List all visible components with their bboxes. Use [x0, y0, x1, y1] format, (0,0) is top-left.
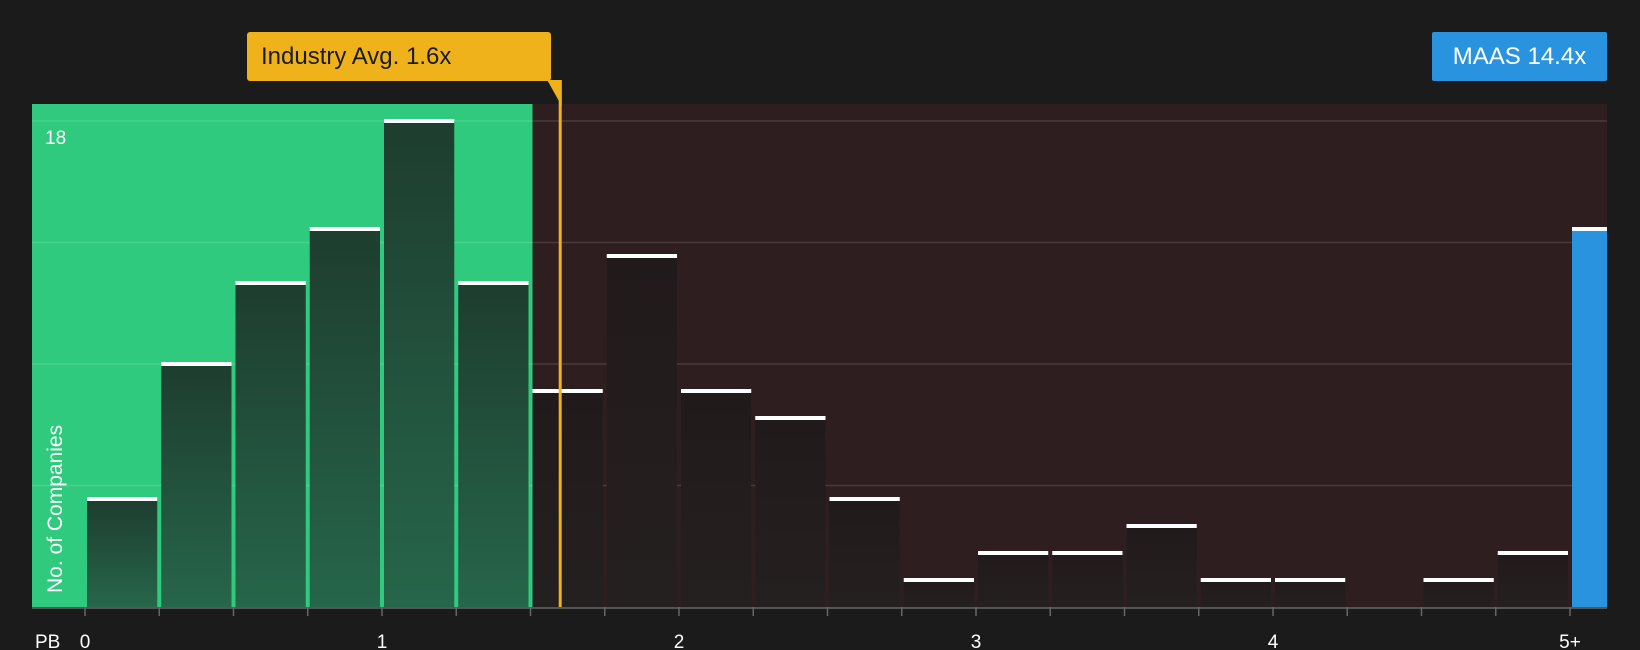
x-tick-label: 3: [971, 632, 982, 650]
histogram-bar: [978, 553, 1049, 607]
histogram-bar-top: [161, 362, 232, 366]
histogram-bar-top: [1275, 578, 1346, 582]
histogram-bar: [235, 283, 306, 607]
histogram-bar-top: [1052, 551, 1123, 555]
histogram-bar: [532, 391, 603, 607]
histogram-bar: [903, 580, 974, 607]
histogram-bar-top: [235, 281, 306, 285]
histogram-bar-top: [606, 254, 677, 258]
histogram-bar: [1200, 580, 1271, 607]
x-tick-label: 5+: [1559, 632, 1581, 650]
x-tick-label: 4: [1268, 632, 1279, 650]
histogram-bar-top: [384, 119, 455, 123]
histogram-bar: [1052, 553, 1123, 607]
x-axis-label: PB: [35, 632, 60, 650]
histogram-bar: [829, 499, 900, 607]
histogram-bar-top: [458, 281, 529, 285]
industry-average-label: Industry Avg. 1.6x: [247, 32, 551, 81]
histogram-bar-top: [1126, 524, 1197, 528]
histogram-bar-top: [1200, 578, 1271, 582]
histogram-bar-top: [1497, 551, 1568, 555]
company-bar: [1572, 229, 1607, 607]
histogram-bar-top: [309, 227, 380, 231]
histogram-bar: [755, 418, 826, 607]
histogram-bar: [161, 364, 232, 607]
histogram-bar-top: [903, 578, 974, 582]
histogram-bar-top: [532, 389, 603, 393]
y-max-label: 18: [45, 128, 66, 149]
histogram-bar: [606, 256, 677, 607]
x-tick-label: 2: [674, 632, 685, 650]
industry-average-pointer: [547, 80, 562, 106]
histogram-bar-top: [829, 497, 900, 501]
histogram-bar: [1423, 580, 1494, 607]
histogram-bar: [681, 391, 752, 607]
y-axis-label: No. of Companies: [44, 425, 67, 593]
histogram-bar-top: [681, 389, 752, 393]
histogram-bar: [384, 121, 455, 607]
histogram-bar: [1275, 580, 1346, 607]
histogram-bar-top: [1423, 578, 1494, 582]
company-bar-top: [1572, 227, 1607, 231]
histogram-bar-top: [978, 551, 1049, 555]
pb-histogram-chart: 0 1 2 3 4 5+ PB 18 No. of Companies: [32, 80, 1607, 650]
histogram-bar: [309, 229, 380, 607]
histogram-bar: [1126, 526, 1197, 607]
histogram-bar-top: [755, 416, 826, 420]
histogram-bar: [458, 283, 529, 607]
x-tick-label: 1: [377, 632, 388, 650]
x-tick-label: 0: [80, 632, 91, 650]
histogram-bar: [1497, 553, 1568, 607]
company-value-label: MAAS 14.4x: [1432, 32, 1607, 81]
histogram-bar-top: [87, 497, 158, 501]
histogram-bar: [87, 499, 158, 607]
